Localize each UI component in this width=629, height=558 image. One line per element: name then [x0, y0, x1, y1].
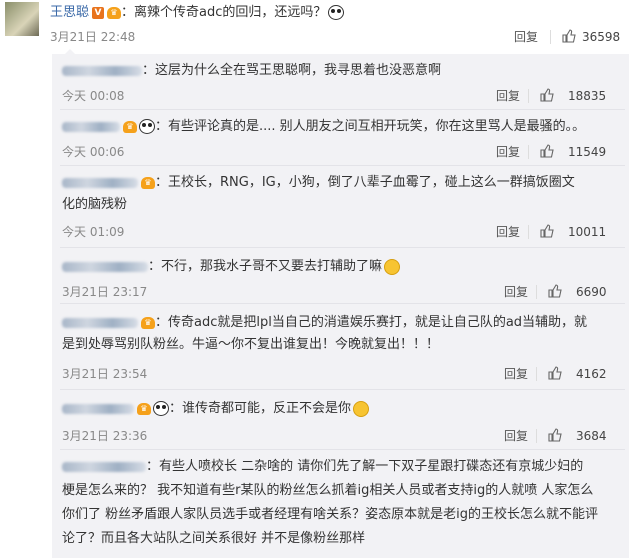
- main-username[interactable]: 王思聪: [50, 5, 89, 20]
- reply-line: ♛ ：谁传奇都可能，反正不会是你: [62, 398, 370, 420]
- reply-line: ♛ ：传奇adc就是把lpl当自己的消遣娱乐赛打，就是让自己队的ad当辅助，就: [62, 312, 587, 334]
- reply-line: ：这层为什么全在骂王思聪啊，我寻思着也没恶意啊: [62, 60, 441, 82]
- divider: [550, 30, 551, 44]
- reply-list: ：这层为什么全在骂王思聪啊，我寻思着也没恶意啊 今天 00:08 回复 1883…: [52, 54, 629, 558]
- blurred-username[interactable]: [62, 317, 138, 328]
- likes-count: 10011: [568, 225, 607, 239]
- main-comment-text: ：离辣个传奇adc的回归，还远吗？: [121, 5, 327, 20]
- reply-text-cont: 你们了 粉丝矛盾跟人家队员选手或者经理有啥关系？姿态原本就是老ig的王校长怎么就…: [62, 507, 598, 522]
- thumb-up-icon[interactable]: [548, 284, 562, 298]
- blurred-username[interactable]: [62, 461, 146, 472]
- reply-time: 今天 01:09: [62, 225, 125, 239]
- thumb-up-icon[interactable]: [548, 366, 562, 380]
- reply-line: ♛ ：有些评论真的是.... 别人朋友之间互相开玩笑，你在这里骂人是最骚的。。: [62, 116, 585, 138]
- divider: [528, 89, 529, 103]
- blurred-username[interactable]: [62, 177, 138, 188]
- likes-count: 3684: [576, 429, 607, 443]
- smile-emoji-icon: [353, 400, 370, 417]
- reply-text: ：这层为什么全在骂王思聪啊，我寻思着也没恶意啊: [142, 63, 442, 78]
- divider: [528, 145, 529, 159]
- reply-line: ♛ ：王校长，RNG，IG，小狗，倒了八辈子血霉了，碰上这么一群搞饭圈文: [62, 172, 575, 194]
- reply-time: 今天 00:08: [62, 89, 125, 103]
- panda-emoji-icon: [139, 119, 155, 134]
- panda-emoji-icon: [153, 401, 169, 416]
- divider: [528, 225, 529, 239]
- avatar[interactable]: [5, 2, 39, 36]
- thumb-up-icon[interactable]: [540, 88, 554, 102]
- thumb-up-icon[interactable]: [540, 224, 554, 238]
- reply-button[interactable]: 回复: [504, 366, 528, 382]
- reply-button[interactable]: 回复: [504, 284, 528, 300]
- blurred-username[interactable]: [62, 403, 134, 414]
- thumb-up-icon[interactable]: [540, 144, 554, 158]
- main-reply-button[interactable]: 回复: [514, 29, 538, 45]
- reply-time: 3月21日 23:17: [62, 285, 148, 299]
- medal-icon: ♛: [107, 6, 122, 19]
- medal-icon: ♛: [141, 176, 155, 189]
- smile-emoji-icon: [384, 258, 401, 275]
- reply-text-cont: 梗是怎么来的？ 我不知道有些r某队的粉丝怎么抓着ig相关人员或者支持ig的人就喷…: [62, 483, 594, 498]
- reply-text: ：传奇adc就是把lpl当自己的消遣娱乐赛打，就是让自己队的ad当辅助，就: [155, 315, 588, 330]
- blurred-username[interactable]: [62, 65, 142, 76]
- main-likes-count: 36598: [582, 30, 621, 44]
- divider: [536, 285, 537, 299]
- reply-button[interactable]: 回复: [504, 428, 528, 444]
- reply-text: ：谁传奇都可能，反正不会是你: [169, 401, 352, 416]
- main-time: 3月21日 22:48: [50, 30, 136, 44]
- thumb-up-icon[interactable]: [548, 428, 562, 442]
- list-item: ：有些人喷校长 二杂啥的 请你们先了解一下双子星跟打碟态还有京城少妇的 梗是怎么…: [52, 450, 629, 558]
- divider: [536, 429, 537, 443]
- reply-button[interactable]: 回复: [496, 144, 520, 160]
- divider: [536, 367, 537, 381]
- list-item: ♛ ：王校长，RNG，IG，小狗，倒了八辈子血霉了，碰上这么一群搞饭圈文 化的脑残…: [52, 166, 629, 248]
- likes-count: 18835: [568, 89, 607, 103]
- reply-text-cont: 化的脑残粉: [62, 197, 128, 212]
- blurred-username[interactable]: [62, 261, 148, 272]
- reply-time: 今天 00:06: [62, 145, 125, 159]
- reply-line: ：有些人喷校长 二杂啥的 请你们先了解一下双子星跟打碟态还有京城少妇的: [62, 456, 583, 478]
- likes-count: 6690: [576, 285, 607, 299]
- reply-text: ：有些人喷校长 二杂啥的 请你们先了解一下双子星跟打碟态还有京城少妇的: [146, 459, 584, 474]
- list-item: ：不行，那我水子哥不又要去打辅助了嘛 3月21日 23:17 回复 6690: [52, 248, 629, 304]
- thumb-up-icon[interactable]: [562, 29, 576, 43]
- reply-text-cont: 是到处辱骂别队粉丝。牛逼～你不复出谁复出！今晚就复出！！！: [62, 337, 440, 352]
- reply-button[interactable]: 回复: [496, 224, 520, 240]
- verified-v-icon: V: [92, 6, 105, 19]
- likes-count: 11549: [568, 145, 607, 159]
- medal-icon: ♛: [137, 402, 151, 415]
- main-comment-line: 王思聪 V ♛ ：离辣个传奇adc的回归，还远吗？: [50, 4, 345, 22]
- reply-text: ：王校长，RNG，IG，小狗，倒了八辈子血霉了，碰上这么一群搞饭圈文: [155, 175, 575, 190]
- main-comment: 王思聪 V ♛ ：离辣个传奇adc的回归，还远吗？ 3月21日 22:48 回复 36…: [0, 0, 629, 52]
- blurred-username[interactable]: [62, 121, 120, 132]
- reply-time: 3月21日 23:54: [62, 367, 148, 381]
- list-item: ♛ ：谁传奇都可能，反正不会是你 3月21日 23:36 回复 3684: [52, 390, 629, 450]
- medal-icon: ♛: [141, 316, 155, 329]
- list-item: ♛ ：有些评论真的是.... 别人朋友之间互相开玩笑，你在这里骂人是最骚的。。 今…: [52, 110, 629, 166]
- reply-line: ：不行，那我水子哥不又要去打辅助了嘛: [62, 256, 401, 278]
- reply-time: 3月21日 23:36: [62, 429, 148, 443]
- reply-text-cont: 论了？而且各大站队之间关系很好 并不是像粉丝那样: [62, 531, 366, 546]
- list-item: ：这层为什么全在骂王思聪啊，我寻思着也没恶意啊 今天 00:08 回复 1883…: [52, 54, 629, 110]
- reply-text: ：不行，那我水子哥不又要去打辅助了嘛: [148, 259, 383, 274]
- list-item: ♛ ：传奇adc就是把lpl当自己的消遣娱乐赛打，就是让自己队的ad当辅助，就 是…: [52, 304, 629, 390]
- medal-icon: ♛: [123, 120, 137, 133]
- reply-text: ：有些评论真的是.... 别人朋友之间互相开玩笑，你在这里骂人是最骚的。。: [155, 119, 586, 134]
- reply-button[interactable]: 回复: [496, 88, 520, 104]
- likes-count: 4162: [576, 367, 607, 381]
- panda-emoji-icon: [328, 5, 345, 20]
